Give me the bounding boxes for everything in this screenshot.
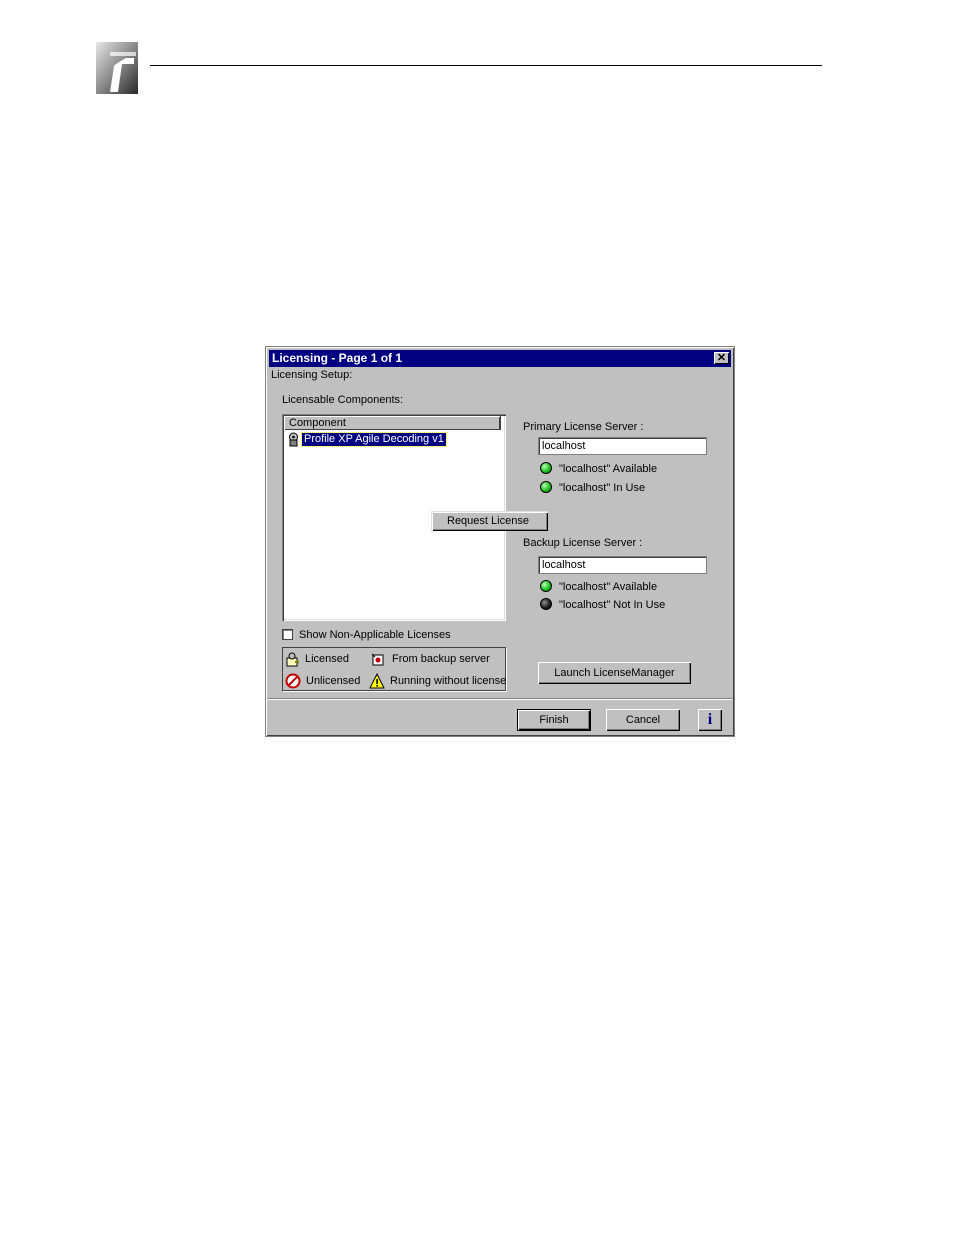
component-item[interactable]: Profile XP Agile Decoding v1 bbox=[301, 432, 447, 447]
primary-server-input[interactable]: localhost bbox=[538, 437, 707, 455]
header-rule bbox=[150, 65, 822, 66]
legend-licensed-label: Licensed bbox=[305, 653, 350, 665]
dialog-title: Licensing - Page 1 of 1 bbox=[272, 351, 403, 365]
primary-status-available: "localhost" Available bbox=[559, 463, 658, 475]
show-non-applicable-label: Show Non-Applicable Licenses bbox=[299, 629, 451, 641]
title-bar[interactable]: Licensing - Page 1 of 1 ✕ bbox=[269, 350, 731, 367]
components-listbox[interactable]: Component Profile XP Agile Decoding v1 R… bbox=[282, 414, 548, 621]
licensable-components-label: Licensable Components: bbox=[282, 394, 404, 406]
request-license-menu-item[interactable]: Request License bbox=[447, 515, 529, 528]
show-non-applicable-checkbox[interactable] bbox=[282, 629, 293, 640]
warning-icon bbox=[369, 673, 385, 689]
backup-available-led-icon bbox=[540, 580, 552, 592]
context-menu: Request License bbox=[431, 511, 548, 531]
cancel-button[interactable]: Cancel bbox=[606, 709, 680, 731]
unlicensed-icon bbox=[285, 673, 301, 689]
primary-server-label: Primary License Server : bbox=[523, 421, 644, 433]
primary-available-led-icon bbox=[540, 462, 552, 474]
legend-box: Licensed From backup server Unlicensed R… bbox=[282, 647, 506, 691]
legend-running-without-label: Running without license bbox=[390, 675, 507, 687]
backup-server-input[interactable]: localhost bbox=[538, 556, 707, 574]
backup-not-in-use-led-icon bbox=[540, 598, 552, 610]
separator bbox=[268, 698, 732, 700]
info-icon[interactable]: i bbox=[698, 709, 722, 731]
backup-status-available: "localhost" Available bbox=[559, 581, 658, 593]
document-logo-icon bbox=[96, 42, 138, 94]
primary-status-in-use: "localhost" In Use bbox=[559, 482, 646, 494]
legend-from-backup-label: From backup server bbox=[392, 653, 490, 665]
license-key-icon bbox=[289, 432, 298, 447]
column-header-label: Component bbox=[289, 417, 346, 429]
licensed-icon bbox=[286, 652, 299, 667]
licensing-setup-label: Licensing Setup: bbox=[271, 369, 353, 381]
backup-server-icon bbox=[371, 653, 384, 666]
licensing-dialog: Licensing - Page 1 of 1 ✕ Licensing Setu… bbox=[265, 346, 735, 737]
finish-button[interactable]: Finish bbox=[517, 709, 591, 731]
backup-server-label: Backup License Server : bbox=[523, 537, 643, 549]
column-divider[interactable] bbox=[500, 416, 501, 430]
column-header-component[interactable]: Component bbox=[284, 416, 500, 430]
close-icon[interactable]: ✕ bbox=[714, 352, 729, 364]
backup-status-not-in-use: "localhost" Not In Use bbox=[559, 599, 666, 611]
launch-license-manager-button[interactable]: Launch LicenseManager bbox=[538, 662, 691, 684]
legend-unlicensed-label: Unlicensed bbox=[306, 675, 361, 687]
primary-in-use-led-icon bbox=[540, 481, 552, 493]
